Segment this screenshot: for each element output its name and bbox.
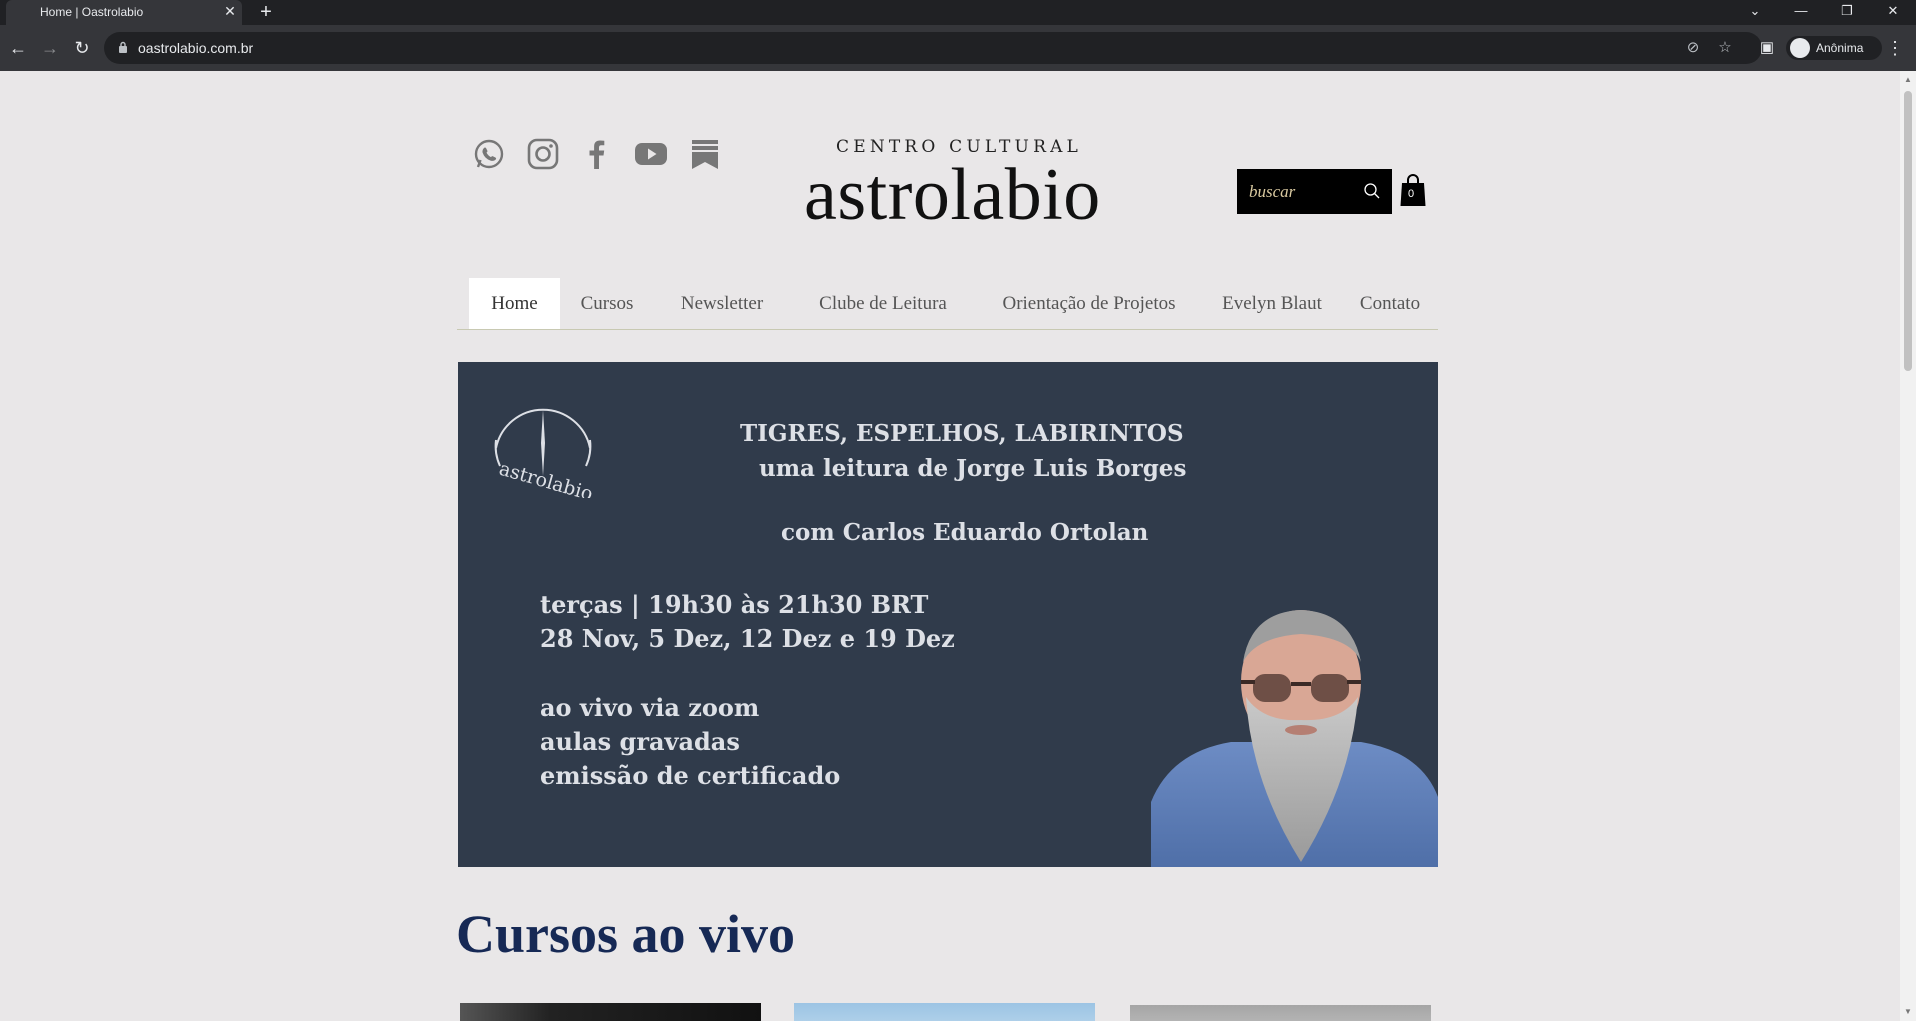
astrolabio-emblem: astrolabio — [494, 408, 596, 498]
banner-dates: 28 Nov, 5 Dez, 12 Dez e 19 Dez — [540, 624, 955, 653]
browser-menu-icon[interactable]: ⋮ — [1884, 37, 1906, 59]
page-viewport: CENTRO CULTURAL astrolabio 0 Home Cursos… — [0, 71, 1900, 1021]
scroll-thumb[interactable] — [1904, 91, 1912, 371]
forward-icon[interactable]: → — [38, 37, 62, 61]
facebook-icon[interactable] — [580, 137, 614, 171]
scroll-down-icon[interactable]: ▼ — [1903, 1007, 1913, 1017]
incognito-icon — [1790, 38, 1810, 58]
tab-title: Home | Oastrolabio — [40, 5, 144, 19]
search-icon[interactable] — [1363, 182, 1381, 200]
close-tab-icon[interactable]: ✕ — [222, 3, 238, 19]
section-title: Cursos ao vivo — [456, 904, 796, 964]
nav-item-home[interactable]: Home — [469, 278, 560, 329]
youtube-icon[interactable] — [634, 137, 668, 171]
minimize-icon[interactable]: — — [1778, 0, 1824, 25]
nav-item-contato[interactable]: Contato — [1342, 278, 1438, 329]
profile-label: Anônima — [1816, 41, 1864, 55]
reload-icon[interactable]: ↻ — [70, 37, 94, 61]
cart-button[interactable]: 0 — [1399, 173, 1427, 207]
search-box — [1237, 169, 1392, 214]
instructor-portrait — [1151, 610, 1438, 867]
restore-icon[interactable]: ❐ — [1824, 0, 1870, 25]
star-icon[interactable]: ☆ — [1716, 39, 1734, 57]
banner-feature-zoom: ao vivo via zoom — [540, 693, 760, 722]
banner-feature-recorded: aulas gravadas — [540, 727, 740, 756]
main-nav: Home Cursos Newsletter Clube de Leitura … — [457, 278, 1438, 330]
browser-tab-strip: Home | Oastrolabio ✕ + ⌄ — ❐ ✕ — [0, 0, 1916, 25]
nav-item-evelyn-blaut[interactable]: Evelyn Blaut — [1202, 278, 1342, 329]
instagram-icon[interactable] — [526, 137, 560, 171]
banner-feature-certificate: emissão de certificado — [540, 761, 841, 790]
nav-item-newsletter[interactable]: Newsletter — [654, 278, 790, 329]
emblem-text: astrolabio — [497, 458, 596, 498]
nav-item-clube-de-leitura[interactable]: Clube de Leitura — [790, 278, 976, 329]
nav-item-cursos[interactable]: Cursos — [560, 278, 654, 329]
course-card-image[interactable] — [460, 1003, 761, 1021]
page-scrollbar[interactable]: ▲ ▼ — [1900, 71, 1916, 1021]
scroll-up-icon[interactable]: ▲ — [1903, 75, 1913, 85]
whatsapp-icon[interactable] — [472, 137, 506, 171]
hero-banner[interactable]: astrolabio TIGRES, ESPELHOS, LABIRINTOS … — [458, 362, 1438, 867]
course-card-image[interactable] — [1130, 1005, 1431, 1021]
tab-search-icon[interactable]: ⌄ — [1732, 0, 1778, 25]
side-panel-icon[interactable]: ▣ — [1756, 37, 1778, 59]
brand-logo[interactable]: astrolabio — [804, 153, 1101, 238]
back-icon[interactable]: ← — [6, 37, 30, 61]
lock-icon — [119, 41, 127, 53]
banner-subtitle: uma leitura de Jorge Luis Borges — [759, 455, 1187, 482]
banner-title: TIGRES, ESPELHOS, LABIRINTOS — [740, 420, 1184, 447]
address-bar[interactable]: oastrolabio.com.br ⊘ ☆ — [104, 32, 1762, 64]
search-input[interactable] — [1237, 169, 1357, 214]
url-text: oastrolabio.com.br — [138, 40, 254, 56]
browser-tab[interactable]: Home | Oastrolabio ✕ — [6, 0, 242, 25]
eye-off-icon[interactable]: ⊘ — [1684, 39, 1702, 57]
nav-item-orientacao-de-projetos[interactable]: Orientação de Projetos — [976, 278, 1202, 329]
window-close-icon[interactable]: ✕ — [1870, 0, 1916, 25]
bookmark-icon[interactable] — [688, 137, 722, 171]
cart-count: 0 — [1408, 188, 1415, 200]
browser-toolbar: ← → ↻ oastrolabio.com.br ⊘ ☆ ▣ Anônima ⋮ — [0, 25, 1916, 71]
profile-button[interactable]: Anônima — [1786, 36, 1882, 60]
course-card-image[interactable] — [794, 1003, 1095, 1021]
banner-instructor: com Carlos Eduardo Ortolan — [781, 519, 1149, 546]
banner-schedule: terças | 19h30 às 21h30 BRT — [540, 590, 929, 619]
new-tab-icon[interactable]: + — [256, 1, 276, 23]
